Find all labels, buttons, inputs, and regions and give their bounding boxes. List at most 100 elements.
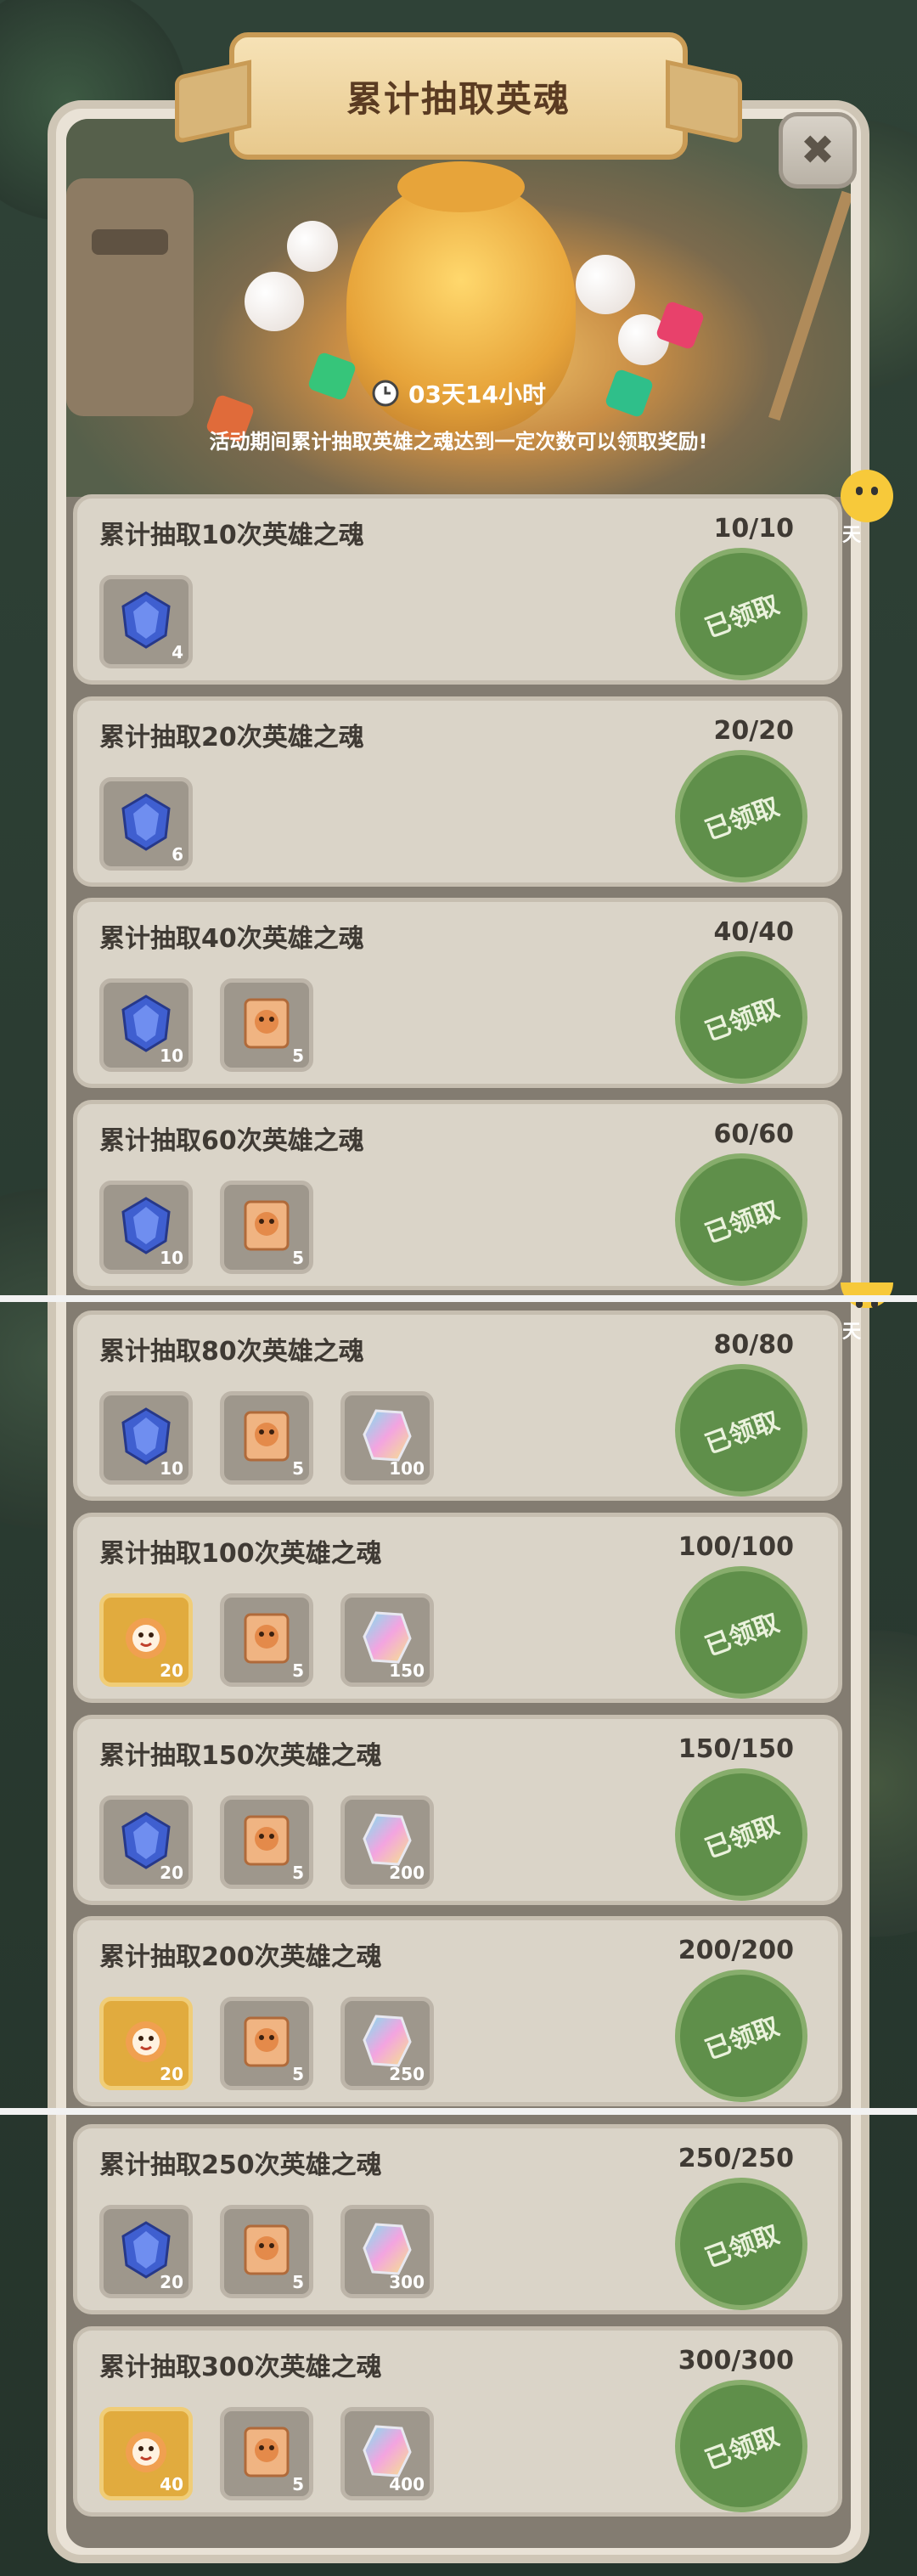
reward-quantity: 400 xyxy=(389,2474,425,2494)
claimed-stamp: 已领取 xyxy=(675,1970,807,2102)
reward-quantity: 5 xyxy=(292,1248,304,1268)
tiger-scroll-icon xyxy=(244,1613,290,1664)
tiger-scroll-icon xyxy=(244,2427,290,2477)
claimed-stamp: 已领取 xyxy=(675,2178,807,2310)
claimed-stamp: 已领取 xyxy=(675,1768,807,1901)
milestone-card: 累计抽取200次英雄之魂 200/200 20 5 250 已领取 xyxy=(73,1916,842,2106)
reward-quantity: 20 xyxy=(160,2064,183,2084)
milestone-title: 累计抽取20次英雄之魂 xyxy=(99,723,364,753)
milestone-title: 累计抽取80次英雄之魂 xyxy=(99,1337,364,1367)
reward-item[interactable]: 5 xyxy=(220,1997,313,2090)
milestone-title: 累计抽取200次英雄之魂 xyxy=(99,1942,382,1972)
reward-item[interactable]: 5 xyxy=(220,1593,313,1687)
reward-quantity: 300 xyxy=(389,2272,425,2292)
event-description: 活动期间累计抽取英雄之魂达到一定次数可以领取奖励! xyxy=(209,430,708,454)
reward-item[interactable]: 10 xyxy=(99,978,193,1072)
reward-item[interactable]: 5 xyxy=(220,1795,313,1889)
chat-mascot-icon[interactable] xyxy=(841,470,893,522)
milestone-title: 累计抽取60次英雄之魂 xyxy=(99,1126,364,1156)
claimed-stamp: 已领取 xyxy=(675,951,807,1084)
orb-decoration xyxy=(245,272,304,331)
claimed-label: 已领取 xyxy=(700,2011,784,2066)
timer-row: 03天14小时 xyxy=(66,372,851,414)
milestone-title: 累计抽取150次英雄之魂 xyxy=(99,1741,382,1771)
milestone-card: 累计抽取20次英雄之魂 20/20 6 已领取 xyxy=(73,696,842,887)
clock-icon xyxy=(372,380,399,407)
reward-item[interactable]: 5 xyxy=(220,2205,313,2298)
claimed-label: 已领取 xyxy=(700,1810,784,1865)
screenshot-seam xyxy=(0,2108,917,2115)
reward-item[interactable]: 400 xyxy=(340,2407,434,2500)
milestone-progress: 200/200 xyxy=(678,1936,794,1965)
reward-item[interactable]: 4 xyxy=(99,575,193,668)
reward-item[interactable]: 20 xyxy=(99,1795,193,1889)
close-icon: ✖ xyxy=(800,127,835,174)
milestone-title: 累计抽取300次英雄之魂 xyxy=(99,2353,382,2382)
tiger-scroll-icon xyxy=(244,1411,290,1462)
claimed-stamp: 已领取 xyxy=(675,1364,807,1497)
reward-item[interactable]: 150 xyxy=(340,1593,434,1687)
milestone-progress: 100/100 xyxy=(678,1532,794,1562)
title-plaque: 累计抽取英魂 xyxy=(229,32,688,160)
milestone-card: 累计抽取80次英雄之魂 80/80 10 5 100 已领取 xyxy=(73,1311,842,1501)
claimed-label: 已领取 xyxy=(700,993,784,1048)
claimed-label: 已领取 xyxy=(700,1406,784,1461)
blue-soul-crystal-icon xyxy=(121,591,171,649)
reward-quantity: 100 xyxy=(389,1458,425,1479)
claimed-label: 已领取 xyxy=(700,1608,784,1663)
reward-item[interactable]: 5 xyxy=(220,978,313,1072)
reward-quantity: 4 xyxy=(172,642,183,662)
reward-quantity: 5 xyxy=(292,2474,304,2494)
milestone-progress: 80/80 xyxy=(713,1330,794,1360)
milestone-progress: 60/60 xyxy=(713,1119,794,1149)
milestone-card: 累计抽取250次英雄之魂 250/250 20 5 300 已领取 xyxy=(73,2124,842,2314)
claimed-stamp: 已领取 xyxy=(675,548,807,680)
milestone-title: 累计抽取100次英雄之魂 xyxy=(99,1539,382,1569)
tiger-scroll-icon xyxy=(244,1200,290,1251)
reward-quantity: 5 xyxy=(292,2064,304,2084)
claimed-stamp: 已领取 xyxy=(675,2380,807,2512)
reward-item[interactable]: 20 xyxy=(99,1593,193,1687)
milestone-card: 累计抽取10次英雄之魂 10/10 4 已领取 xyxy=(73,494,842,685)
milestone-title: 累计抽取250次英雄之魂 xyxy=(99,2150,382,2180)
milestone-progress: 20/20 xyxy=(713,716,794,746)
milestone-card: 累计抽取40次英雄之魂 40/40 10 5 已领取 xyxy=(73,898,842,1088)
tiger-scroll-icon xyxy=(244,1815,290,1866)
milestone-progress: 300/300 xyxy=(678,2346,794,2376)
reward-item[interactable]: 5 xyxy=(220,1181,313,1274)
reward-item[interactable]: 100 xyxy=(340,1391,434,1485)
claimed-stamp: 已领取 xyxy=(675,1153,807,1286)
claimed-label: 已领取 xyxy=(700,1195,784,1250)
reward-quantity: 10 xyxy=(160,1248,183,1268)
reward-quantity: 200 xyxy=(389,1863,425,1883)
reward-quantity: 250 xyxy=(389,2064,425,2084)
reward-quantity: 10 xyxy=(160,1046,183,1066)
close-button[interactable]: ✖ xyxy=(779,112,857,189)
reward-item[interactable]: 20 xyxy=(99,1997,193,2090)
reward-quantity: 20 xyxy=(160,1863,183,1883)
milestone-card: 累计抽取150次英雄之魂 150/150 20 5 200 已领取 xyxy=(73,1715,842,1905)
orb-decoration xyxy=(287,221,338,272)
milestone-title: 累计抽取40次英雄之魂 xyxy=(99,924,364,954)
reward-item[interactable]: 300 xyxy=(340,2205,434,2298)
reward-item[interactable]: 200 xyxy=(340,1795,434,1889)
reward-item[interactable]: 10 xyxy=(99,1181,193,1274)
reward-item[interactable]: 6 xyxy=(99,777,193,871)
page-title: 累计抽取英魂 xyxy=(346,77,571,120)
reward-item[interactable]: 5 xyxy=(220,1391,313,1485)
reward-item[interactable]: 20 xyxy=(99,2205,193,2298)
claimed-stamp: 已领取 xyxy=(675,750,807,882)
reward-quantity: 20 xyxy=(160,2272,183,2292)
milestone-progress: 150/150 xyxy=(678,1734,794,1764)
milestone-card: 累计抽取100次英雄之魂 100/100 20 5 150 已领取 xyxy=(73,1513,842,1703)
reward-item[interactable]: 40 xyxy=(99,2407,193,2500)
reward-item[interactable]: 5 xyxy=(220,2407,313,2500)
reward-item[interactable]: 250 xyxy=(340,1997,434,2090)
reward-quantity: 5 xyxy=(292,2272,304,2292)
milestone-card: 累计抽取60次英雄之魂 60/60 10 5 已领取 xyxy=(73,1100,842,1290)
milestone-title: 累计抽取10次英雄之魂 xyxy=(99,521,364,550)
claimed-stamp: 已领取 xyxy=(675,1566,807,1699)
reward-quantity: 20 xyxy=(160,1660,183,1681)
reward-quantity: 150 xyxy=(389,1660,425,1681)
reward-item[interactable]: 10 xyxy=(99,1391,193,1485)
